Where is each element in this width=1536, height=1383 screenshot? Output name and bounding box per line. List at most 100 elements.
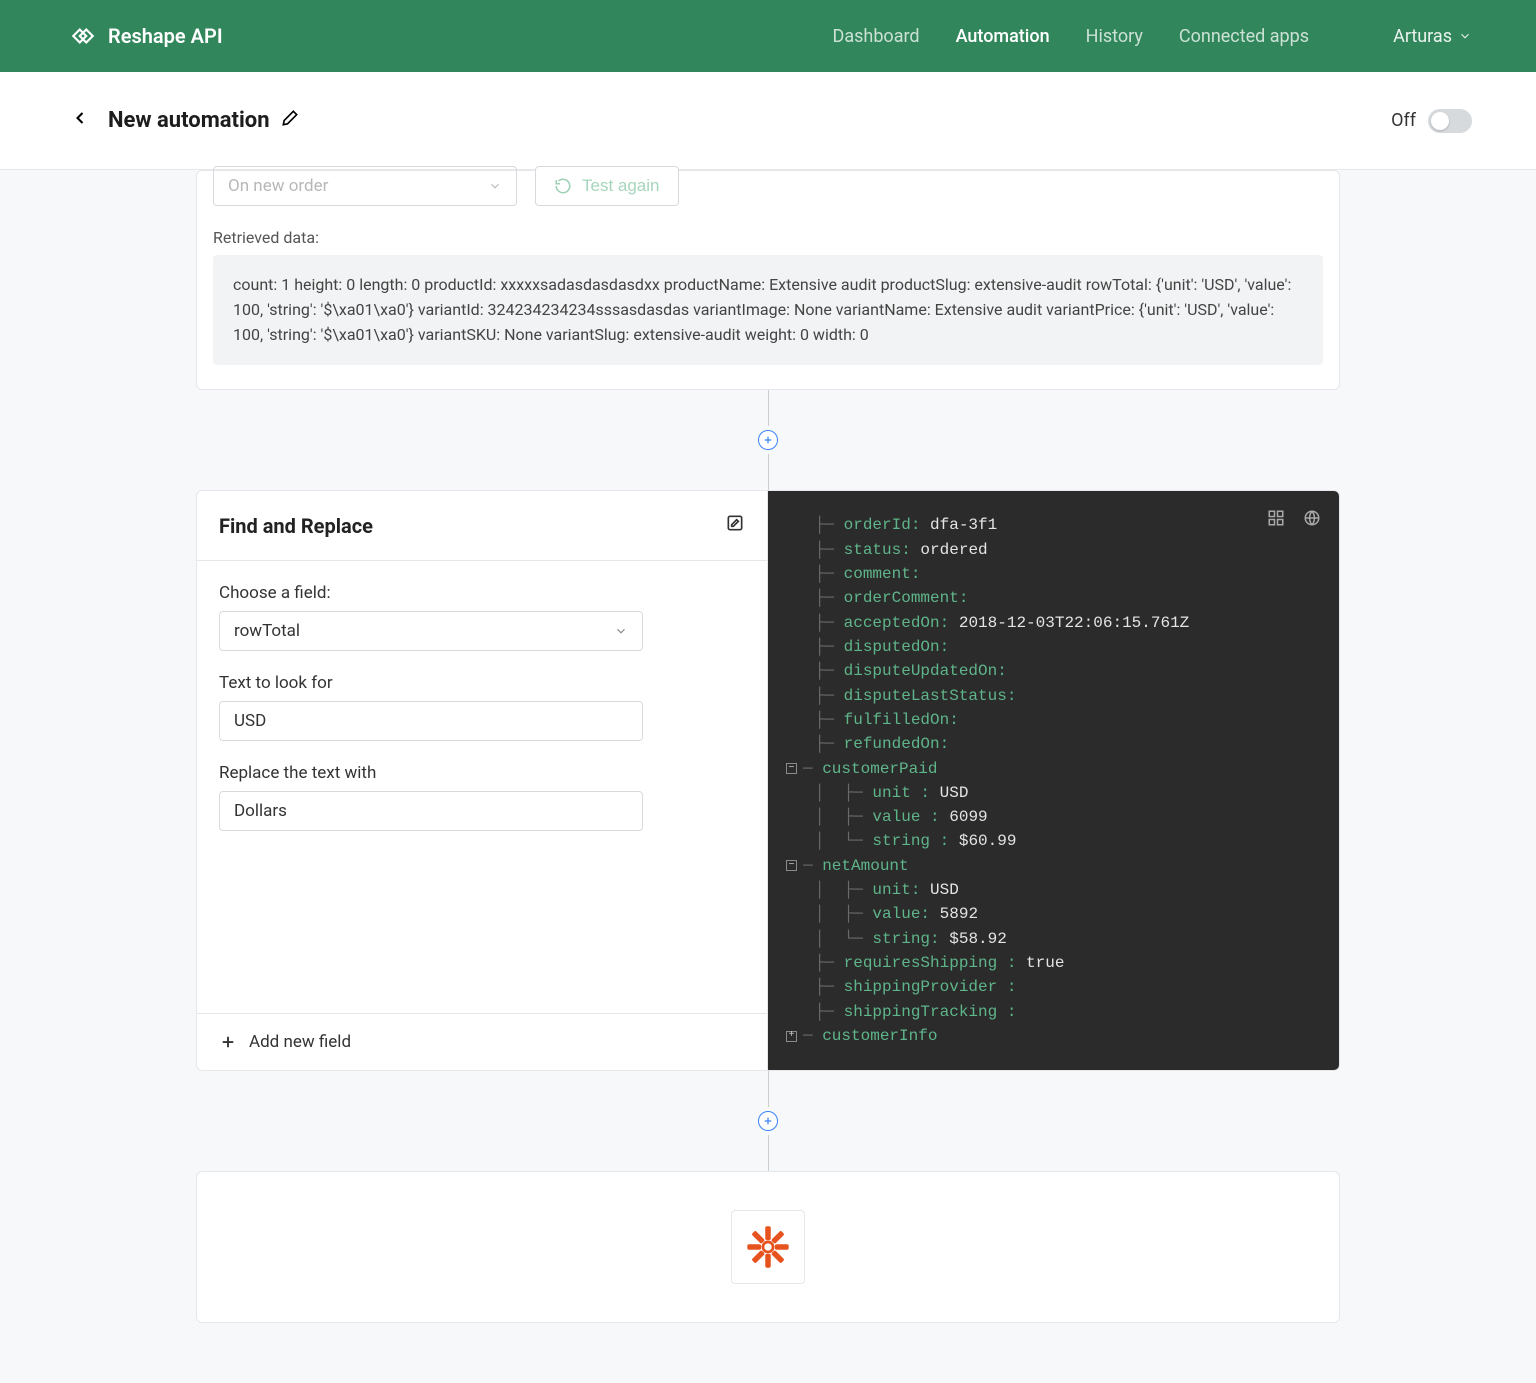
grid-view-icon[interactable] bbox=[1267, 509, 1285, 532]
action-card bbox=[196, 1171, 1340, 1323]
connector bbox=[196, 390, 1340, 490]
tree-value: ordered bbox=[911, 538, 988, 562]
tree-key: string : bbox=[872, 829, 949, 853]
user-menu[interactable]: Arturas bbox=[1393, 26, 1472, 47]
tree-row: ├─ shippingProvider : bbox=[786, 975, 1321, 999]
page-title-text: New automation bbox=[108, 108, 270, 133]
zapier-app-icon[interactable] bbox=[731, 1210, 805, 1284]
json-tree: ├─ orderId: dfa-3f1 ├─ status: ordered ├… bbox=[786, 513, 1321, 1048]
find-text-input[interactable] bbox=[219, 701, 643, 741]
tree-row: │ ├─ unit: USD bbox=[786, 878, 1321, 902]
find-replace-title: Find and Replace bbox=[219, 514, 373, 538]
tree-key: string: bbox=[872, 927, 939, 951]
chevron-down-icon bbox=[614, 624, 628, 638]
tree-key: shippingProvider : bbox=[844, 975, 1017, 999]
nav-automation[interactable]: Automation bbox=[956, 26, 1050, 47]
tree-expander-icon[interactable]: − bbox=[786, 763, 797, 774]
tree-row: ├─ disputeLastStatus: bbox=[786, 684, 1321, 708]
automation-toggle[interactable] bbox=[1428, 109, 1472, 133]
tree-key: refundedOn: bbox=[844, 732, 950, 756]
app-header: Reshape API Dashboard Automation History… bbox=[0, 0, 1536, 72]
tree-key: customerPaid bbox=[822, 757, 937, 781]
add-step-button[interactable] bbox=[758, 1111, 778, 1131]
tree-key: shippingTracking : bbox=[844, 1000, 1017, 1024]
tree-row: │ ├─ unit : USD bbox=[786, 781, 1321, 805]
choose-field-value: rowTotal bbox=[234, 621, 300, 641]
chevron-down-icon bbox=[1458, 29, 1472, 43]
toggle-label: Off bbox=[1391, 110, 1416, 131]
zapier-icon bbox=[745, 1224, 791, 1270]
tree-row: ├─ status: ordered bbox=[786, 538, 1321, 562]
tree-row: ├─ acceptedOn: 2018-12-03T22:06:15.761Z bbox=[786, 611, 1321, 635]
connector-line bbox=[768, 390, 769, 426]
tree-row: │ └─ string: $58.92 bbox=[786, 927, 1321, 951]
retrieved-data-box: count: 1 height: 0 length: 0 productId: … bbox=[213, 255, 1323, 365]
tree-row: +─ customerInfo bbox=[786, 1024, 1321, 1048]
tree-value: USD bbox=[920, 878, 958, 902]
tree-row: ├─ comment: bbox=[786, 562, 1321, 586]
test-again-button[interactable]: Test again bbox=[535, 166, 679, 206]
tree-key: status: bbox=[844, 538, 911, 562]
plus-icon bbox=[763, 1116, 773, 1126]
nav-history[interactable]: History bbox=[1086, 26, 1143, 47]
nav-dashboard[interactable]: Dashboard bbox=[833, 26, 920, 47]
choose-field-label: Choose a field: bbox=[219, 583, 745, 603]
tree-value: $60.99 bbox=[949, 829, 1016, 853]
add-new-field-button[interactable]: Add new field bbox=[197, 1013, 767, 1070]
connector-line bbox=[768, 1135, 769, 1171]
back-button[interactable] bbox=[70, 108, 90, 133]
trigger-select-value: On new order bbox=[228, 176, 328, 196]
tree-value: $58.92 bbox=[940, 927, 1007, 951]
nav-connected-apps[interactable]: Connected apps bbox=[1179, 26, 1309, 47]
replace-text-label: Replace the text with bbox=[219, 763, 745, 783]
toggle-knob bbox=[1431, 112, 1449, 130]
tree-key: requiresShipping : bbox=[844, 951, 1017, 975]
tree-key: customerInfo bbox=[822, 1024, 937, 1048]
edit-title-icon[interactable] bbox=[280, 108, 300, 134]
tree-row: ├─ orderComment: bbox=[786, 586, 1321, 610]
plus-icon bbox=[763, 435, 773, 445]
tree-key: netAmount bbox=[822, 854, 908, 878]
add-new-field-label: Add new field bbox=[249, 1032, 351, 1052]
chevron-down-icon bbox=[488, 179, 502, 193]
brand-logo-icon bbox=[70, 23, 96, 49]
tree-row: │ ├─ value : 6099 bbox=[786, 805, 1321, 829]
tree-expander-icon[interactable]: − bbox=[786, 860, 797, 871]
tree-key: orderComment: bbox=[844, 586, 969, 610]
tree-row: ├─ disputeUpdatedOn: bbox=[786, 659, 1321, 683]
tree-row: ├─ requiresShipping : true bbox=[786, 951, 1321, 975]
tree-key: value : bbox=[872, 805, 939, 829]
tree-row: │ ├─ value: 5892 bbox=[786, 902, 1321, 926]
find-text-label: Text to look for bbox=[219, 673, 745, 693]
trigger-select[interactable]: On new order bbox=[213, 166, 517, 206]
tree-value: 6099 bbox=[940, 805, 988, 829]
tree-row: │ └─ string : $60.99 bbox=[786, 829, 1321, 853]
page-title: New automation bbox=[108, 108, 300, 134]
tree-value: true bbox=[1016, 951, 1064, 975]
replace-text-input[interactable] bbox=[219, 791, 643, 831]
brand: Reshape API bbox=[70, 23, 223, 49]
trigger-card: On new order Test again Retrieved data: … bbox=[196, 170, 1340, 390]
test-button-label: Test again bbox=[582, 176, 660, 196]
globe-icon[interactable] bbox=[1303, 509, 1321, 532]
tree-row: ├─ fulfilledOn: bbox=[786, 708, 1321, 732]
tree-key: value: bbox=[872, 902, 930, 926]
retrieved-data-label: Retrieved data: bbox=[213, 228, 1323, 247]
tree-row: ├─ refundedOn: bbox=[786, 732, 1321, 756]
choose-field-select[interactable]: rowTotal bbox=[219, 611, 643, 651]
tree-key: acceptedOn: bbox=[844, 611, 950, 635]
edit-step-icon[interactable] bbox=[725, 513, 745, 538]
tree-row: −─ customerPaid bbox=[786, 757, 1321, 781]
json-preview-panel: ├─ orderId: dfa-3f1 ├─ status: ordered ├… bbox=[768, 491, 1339, 1070]
add-step-button[interactable] bbox=[758, 430, 778, 450]
tree-value: dfa-3f1 bbox=[920, 513, 997, 537]
brand-name: Reshape API bbox=[108, 24, 223, 48]
tree-key: disputeLastStatus: bbox=[844, 684, 1017, 708]
connector-line bbox=[768, 1071, 769, 1107]
main-nav: Dashboard Automation History Connected a… bbox=[833, 26, 1472, 47]
tree-key: comment: bbox=[844, 562, 921, 586]
tree-key: fulfilledOn: bbox=[844, 708, 959, 732]
connector bbox=[196, 1071, 1340, 1171]
connector-line bbox=[768, 454, 769, 490]
tree-expander-icon[interactable]: + bbox=[786, 1031, 797, 1042]
